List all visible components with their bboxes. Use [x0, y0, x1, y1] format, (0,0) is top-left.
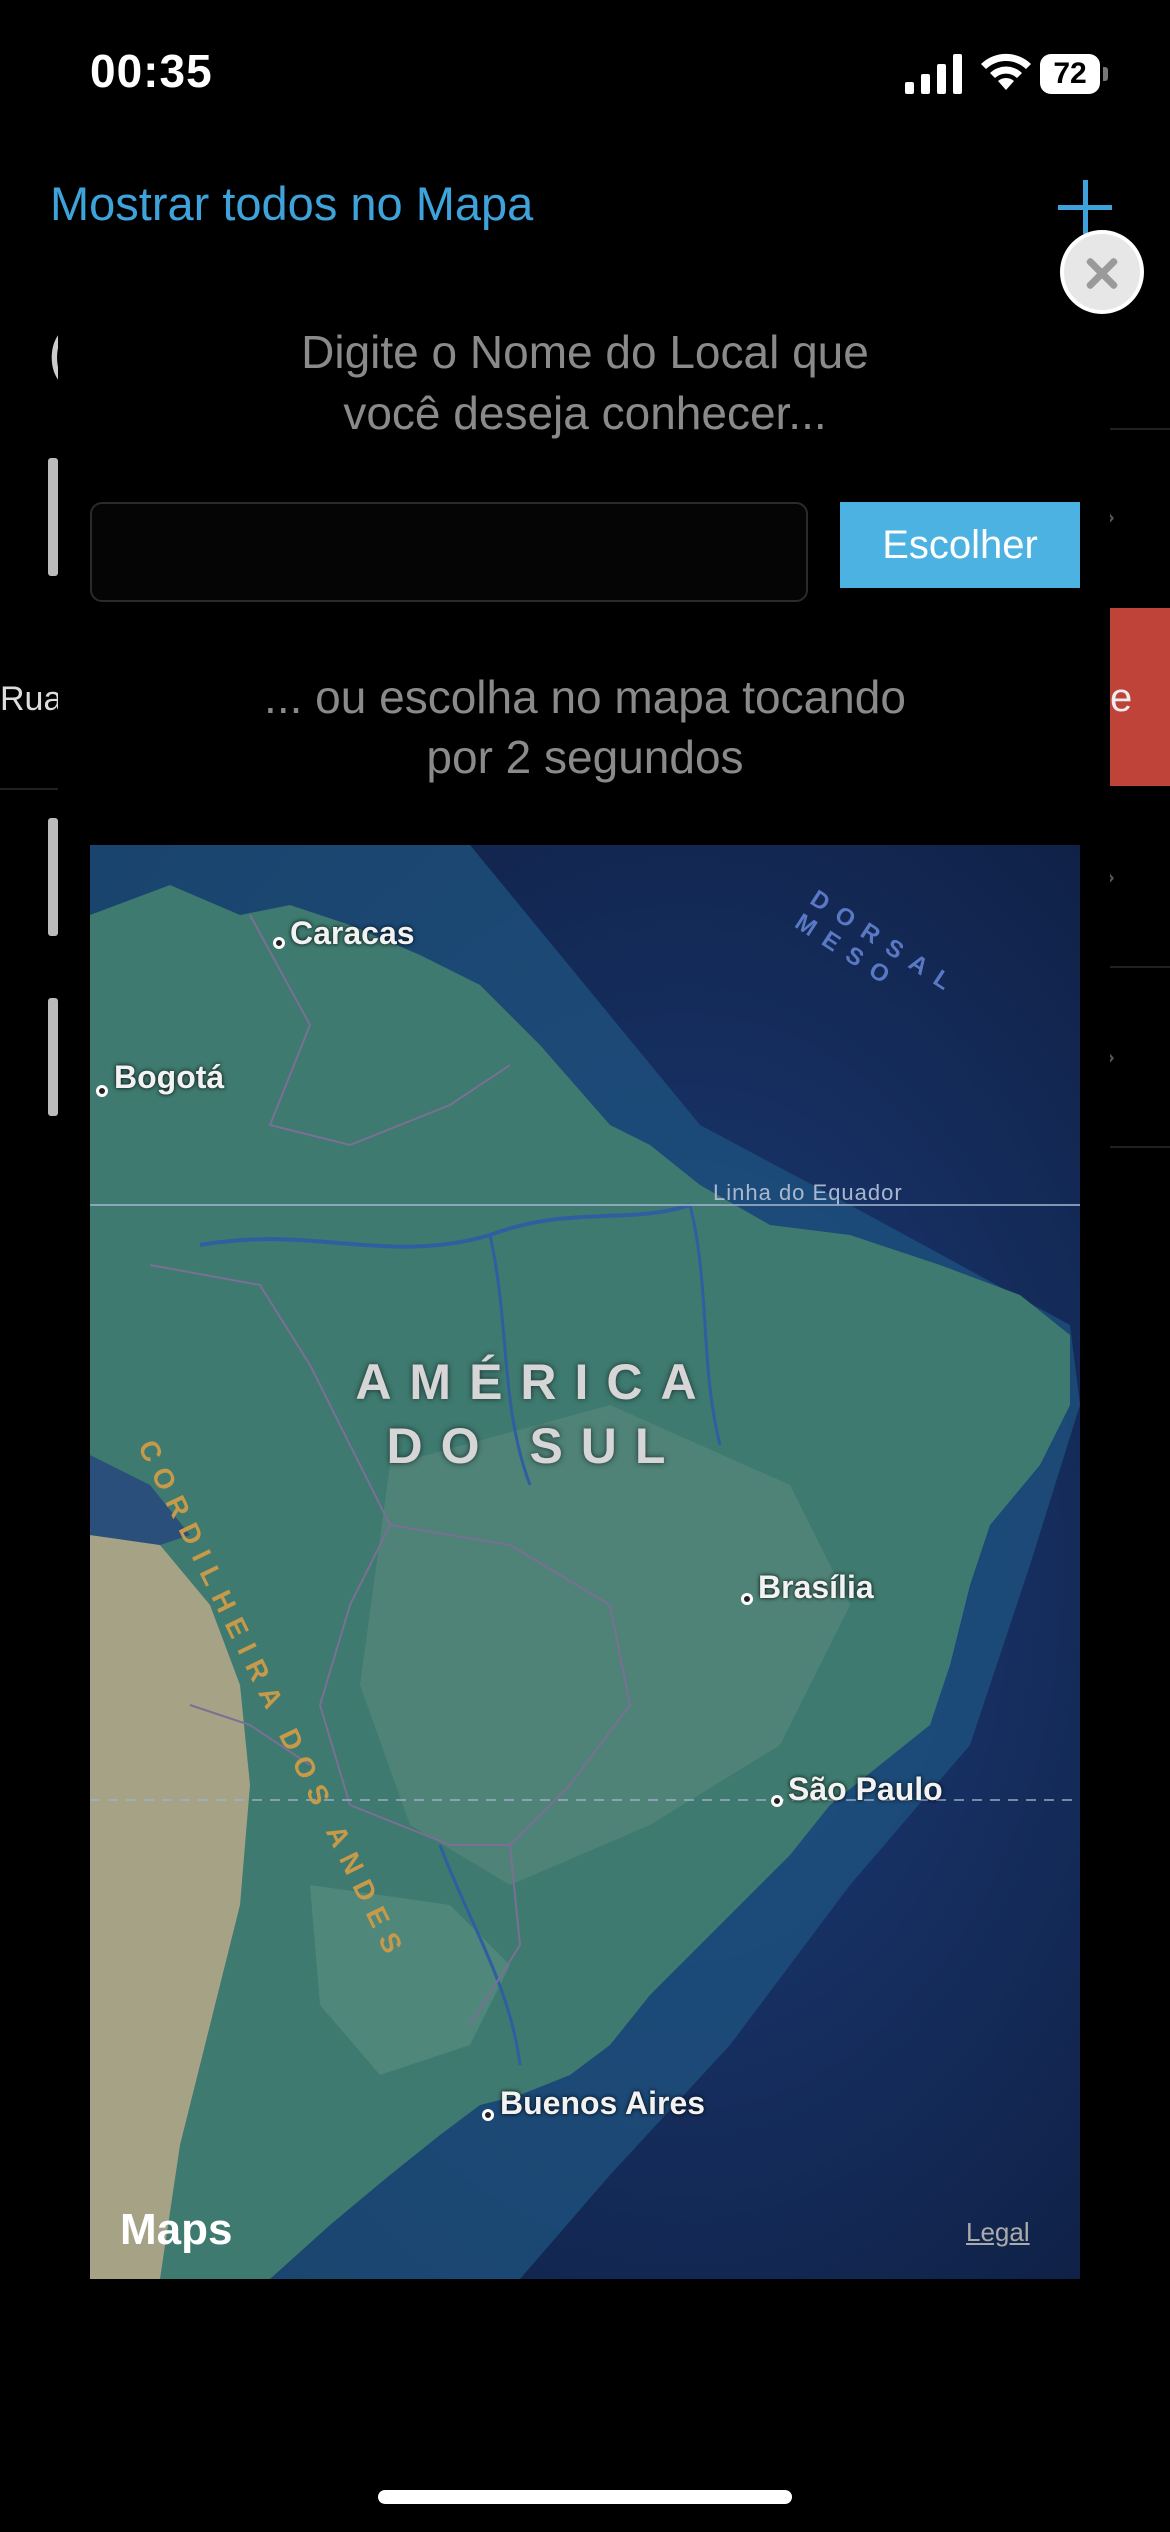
background-row-marker [48, 458, 58, 576]
city-label-bogota[interactable]: Bogotá [114, 1059, 224, 1096]
cellular-signal-icon [905, 54, 962, 94]
city-label-buenos-aires[interactable]: Buenos Aires [500, 2085, 705, 2122]
alt-instruction-line-1: ... ou escolha no mapa tocando [264, 671, 906, 723]
wifi-icon [981, 53, 1031, 90]
maps-attribution: Maps [120, 2205, 232, 2255]
city-label-brasilia[interactable]: Brasília [758, 1569, 874, 1606]
background-row-marker [48, 818, 58, 936]
show-all-on-map-link[interactable]: Mostrar todos no Mapa [50, 176, 533, 231]
add-icon[interactable] [1058, 180, 1112, 234]
map-terrain [90, 845, 1080, 2279]
background-row-marker [48, 998, 58, 1116]
delete-action-label: e [1110, 676, 1133, 720]
city-marker[interactable] [741, 1593, 753, 1605]
continent-label: AMÉRICA DO SUL [345, 1350, 725, 1478]
choose-button[interactable]: Escolher [840, 502, 1080, 588]
delete-action[interactable]: e [1110, 608, 1170, 786]
city-marker[interactable] [771, 1795, 783, 1807]
city-label-caracas[interactable]: Caracas [290, 915, 415, 952]
city-marker[interactable] [273, 937, 285, 949]
city-marker[interactable] [96, 1085, 108, 1097]
prompt-line-2: você deseja conhecer... [343, 387, 827, 439]
legal-link[interactable]: Legal [966, 2217, 1030, 2248]
maps-attribution-label: Maps [120, 2205, 233, 2254]
battery-level: 72 [1040, 54, 1100, 94]
equator-label: Linha do Equador [713, 1180, 903, 1205]
city-marker[interactable] [482, 2109, 494, 2121]
home-indicator[interactable] [378, 2490, 792, 2504]
city-label-sao-paulo[interactable]: São Paulo [788, 1771, 943, 1808]
location-name-input[interactable] [90, 502, 808, 602]
alt-instruction-line-2: por 2 segundos [426, 731, 744, 783]
continent-label-line-2: DO SUL [386, 1418, 684, 1474]
continent-label-line-1: AMÉRICA [355, 1354, 715, 1410]
battery-icon: 72 [1040, 54, 1108, 94]
row-divider [0, 788, 60, 790]
background-row-text: Rua [0, 680, 63, 718]
close-icon[interactable] [1060, 230, 1144, 314]
map-view[interactable]: DORSAL MESO Linha do Equador Caracas Bog… [90, 845, 1080, 2279]
prompt-line-1: Digite o Nome do Local que [301, 326, 869, 378]
status-time: 00:35 [90, 45, 213, 97]
row-divider [1110, 966, 1170, 968]
row-divider [1110, 1146, 1170, 1148]
row-divider [1110, 428, 1170, 430]
